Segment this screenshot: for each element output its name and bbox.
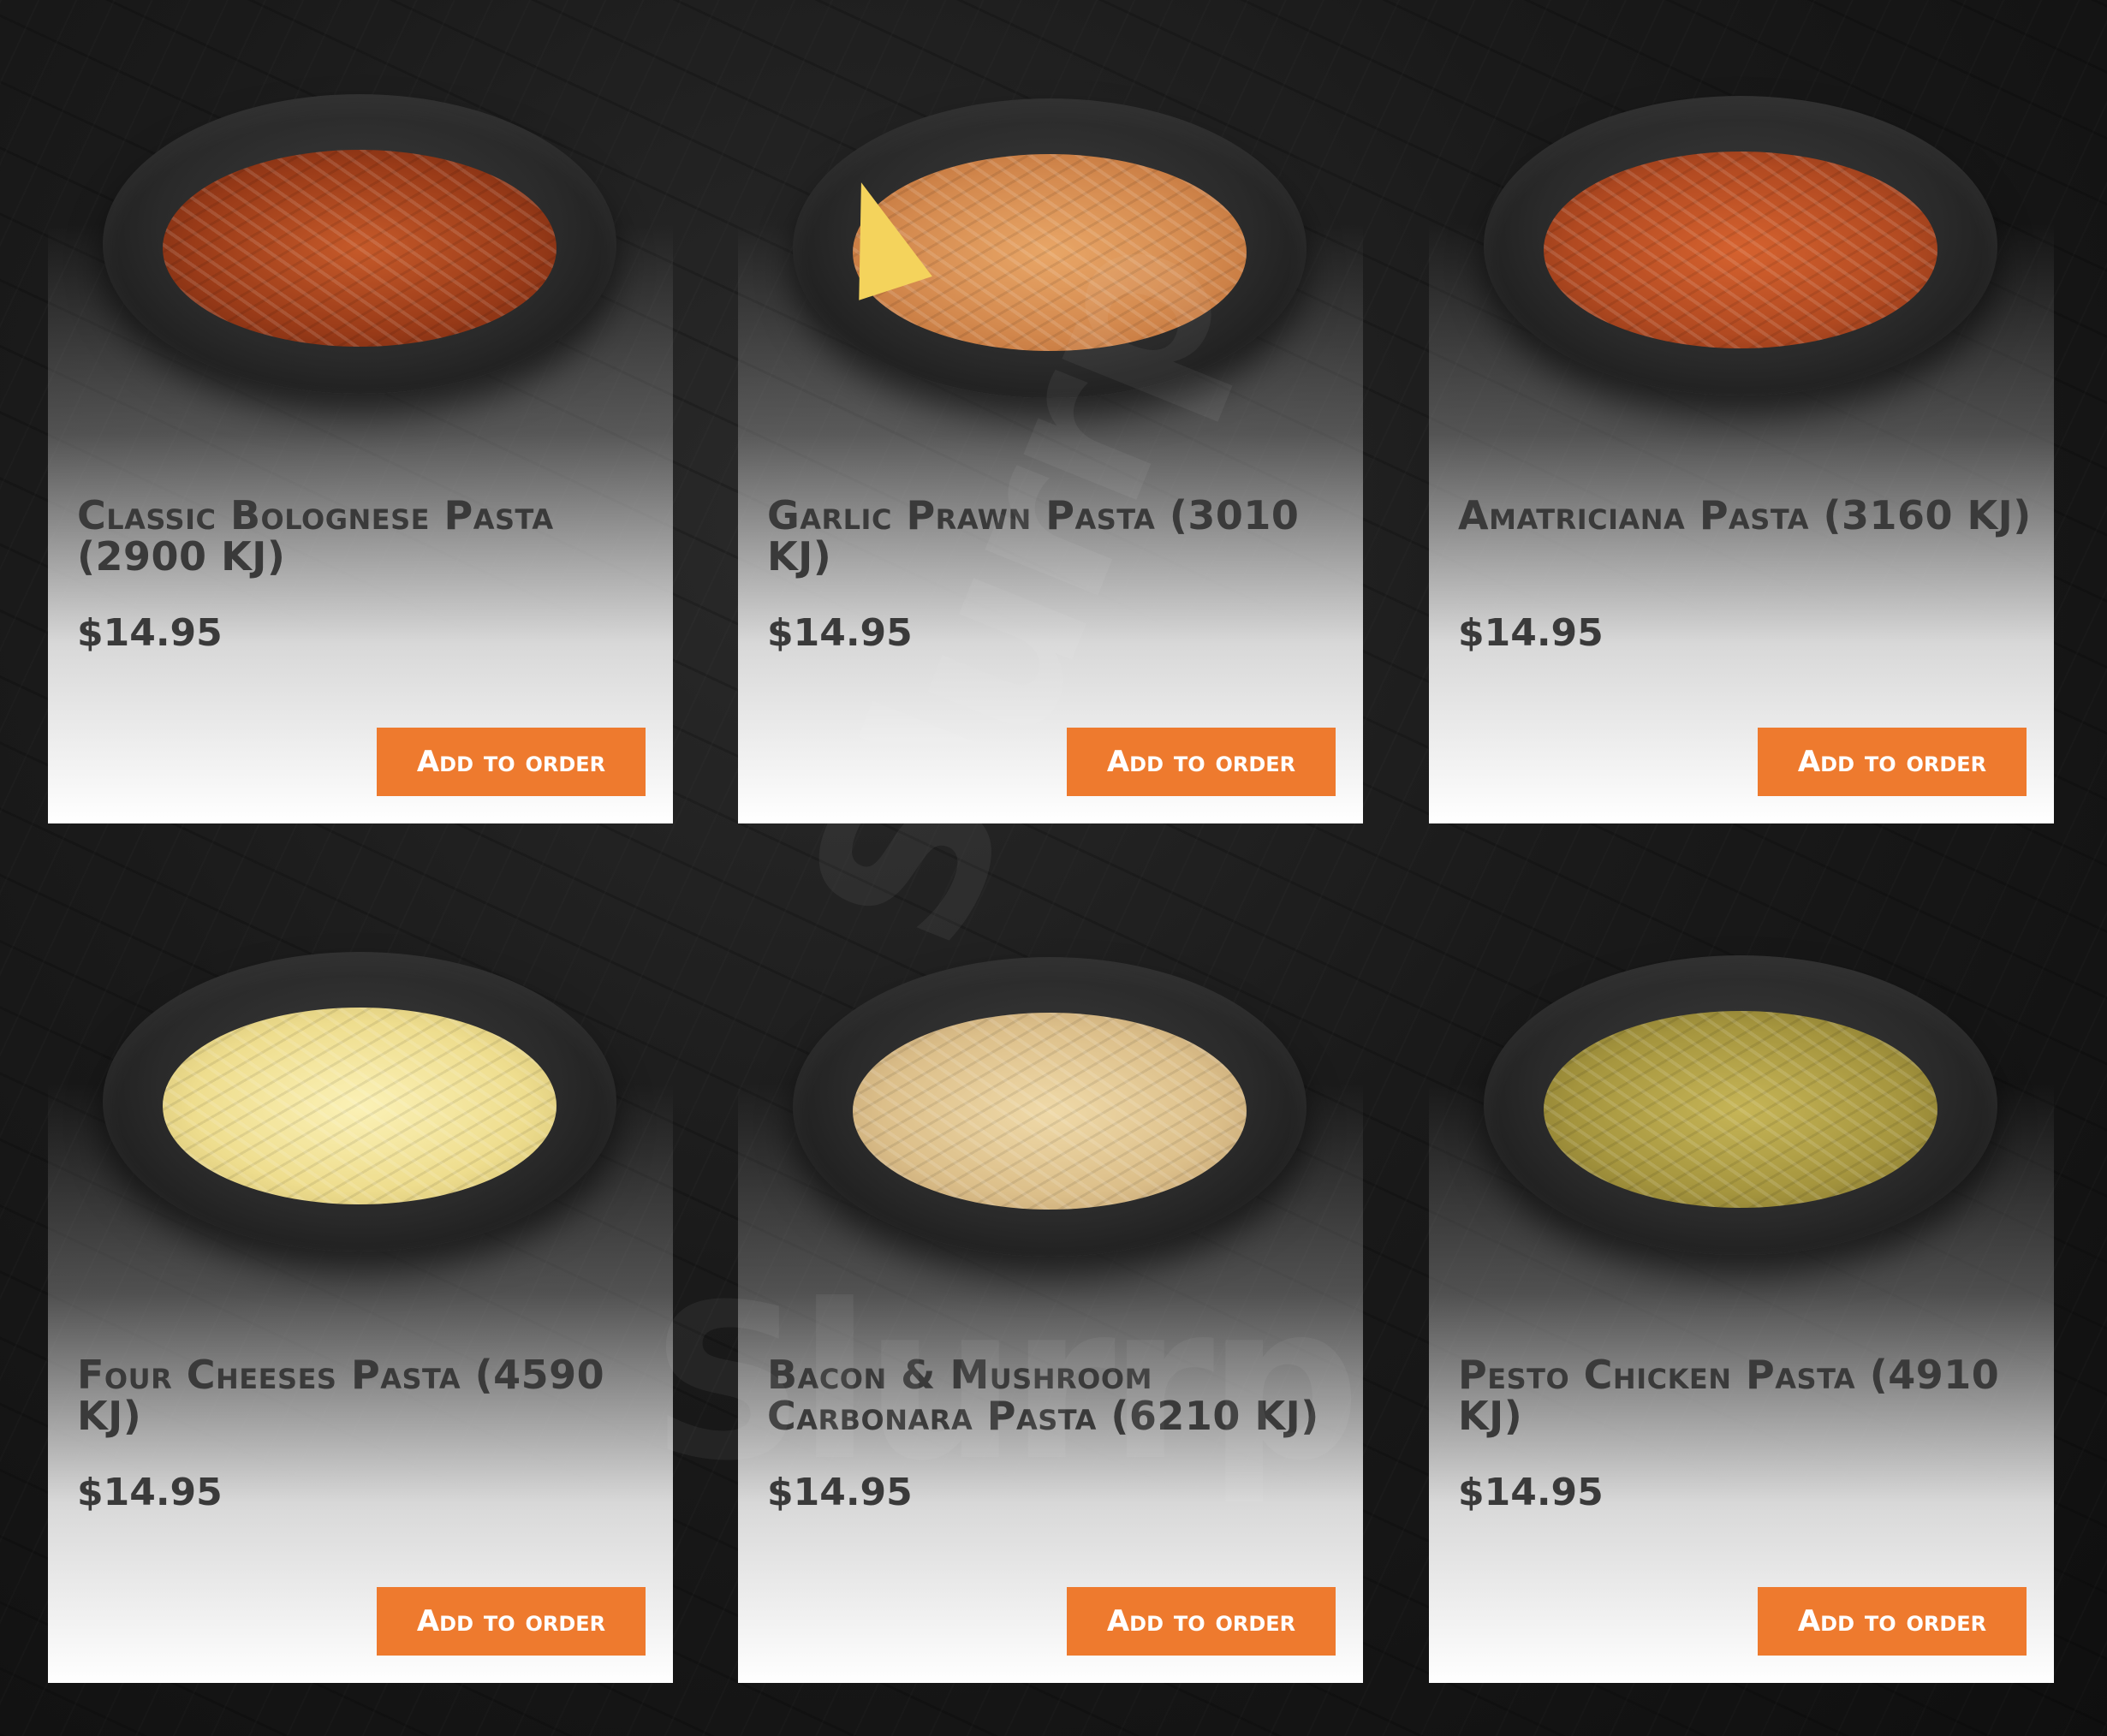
pasta-plate (163, 1008, 557, 1204)
item-price: $14.95 (1458, 611, 1604, 655)
pasta-plate (163, 150, 557, 347)
item-title: Classic Bolognese Pasta (2900 KJ) (77, 492, 554, 580)
item-price: $14.95 (1458, 1471, 1604, 1514)
item-title: Amatriciana Pasta (3160 KJ) (1458, 492, 2032, 538)
four-cheeses-pasta-image (103, 952, 616, 1251)
add-to-order-button[interactable]: Add to order (1758, 728, 2027, 796)
add-to-order-button[interactable]: Add to order (377, 728, 646, 796)
amatriciana-pasta-image (1484, 96, 1997, 395)
item-price: $14.95 (767, 1471, 913, 1514)
item-price: $14.95 (77, 1471, 223, 1514)
add-to-order-button[interactable]: Add to order (1067, 1587, 1336, 1656)
garlic-prawn-pasta-image (793, 98, 1306, 398)
pasta-plate (1544, 152, 1937, 348)
bolognese-pasta-image (103, 94, 616, 394)
pesto-chicken-pasta-image (1484, 955, 1997, 1255)
carbonara-pasta-image (793, 957, 1306, 1257)
add-to-order-button[interactable]: Add to order (1067, 728, 1336, 796)
item-price: $14.95 (77, 611, 223, 655)
item-title: Pesto Chicken Pasta (4910 KJ) (1458, 1352, 2000, 1439)
item-title: Four Cheeses Pasta (4590 KJ) (77, 1352, 605, 1439)
add-to-order-button[interactable]: Add to order (1758, 1587, 2027, 1656)
item-price: $14.95 (767, 611, 913, 655)
pasta-plate (853, 1013, 1247, 1210)
pasta-plate (1544, 1011, 1937, 1208)
add-to-order-button[interactable]: Add to order (377, 1587, 646, 1656)
item-title: Bacon & Mushroom Carbonara Pasta (6210 K… (767, 1352, 1319, 1439)
item-title: Garlic Prawn Pasta (3010 KJ) (767, 492, 1300, 580)
